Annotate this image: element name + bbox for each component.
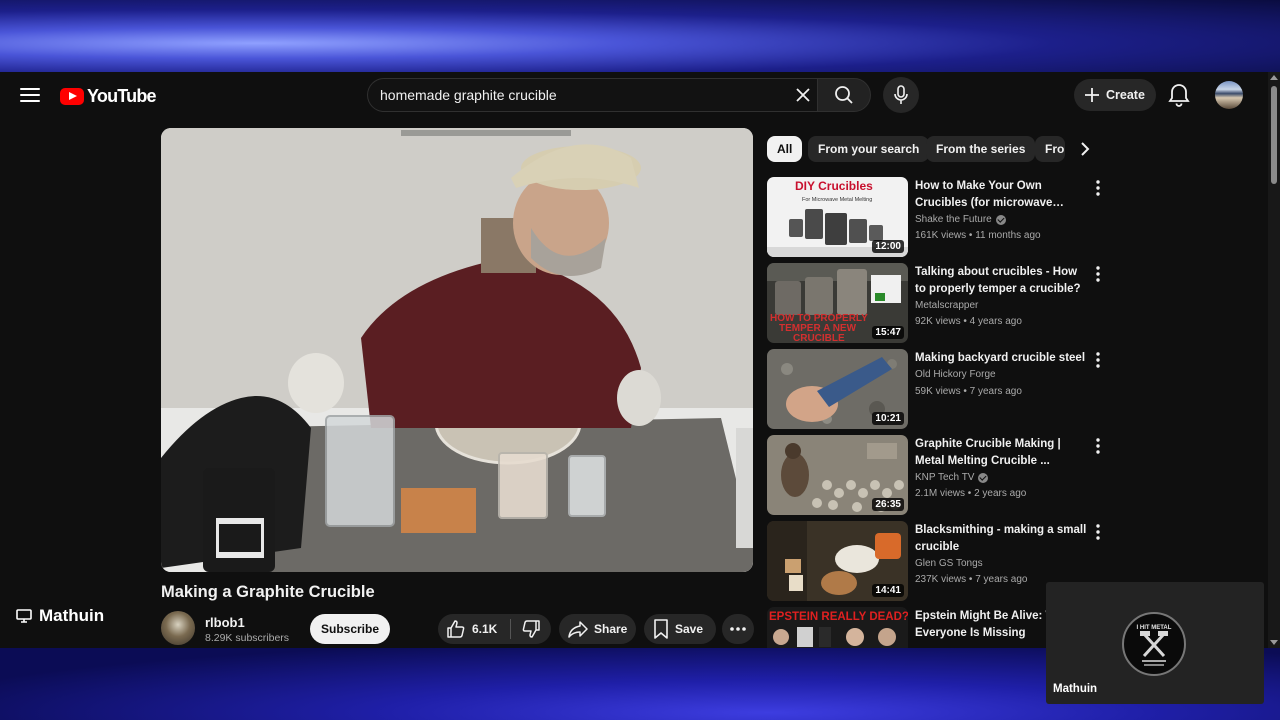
video-duration: 10:21 <box>872 412 904 425</box>
clear-search-icon[interactable] <box>795 87 811 103</box>
video-thumbnail: 10:21 <box>767 349 908 429</box>
video-thumbnail: DIY Crucibles For Microwave Metal Meltin… <box>767 177 908 257</box>
like-count: 6.1K <box>472 622 498 636</box>
video-title: Making a Graphite Crucible <box>161 583 375 601</box>
notifications-bell-icon[interactable] <box>1166 82 1192 108</box>
verified-check-icon <box>978 472 989 483</box>
recommended-channel: Metalscrapper <box>915 300 979 311</box>
scrollbar-thumb[interactable] <box>1271 86 1277 184</box>
more-vertical-icon[interactable] <box>1091 265 1105 283</box>
youtube-window: YouTube Create <box>0 72 1280 648</box>
video-thumbnail: EPSTEIN REALLY DEAD? <box>767 607 908 648</box>
scroll-down-arrow-icon[interactable] <box>1270 640 1278 645</box>
more-vertical-icon[interactable] <box>1091 523 1105 541</box>
logo-text: YouTube <box>87 86 157 106</box>
recommended-meta: 59K views • 7 years ago <box>915 386 1022 397</box>
thumb-subtext: For Microwave Metal Melting <box>802 197 872 203</box>
share-button[interactable]: Share <box>559 614 636 644</box>
search-input[interactable] <box>380 79 780 111</box>
recommended-channel: Old Hickory Forge <box>915 369 996 380</box>
recommended-channel: Glen GS Tongs <box>915 558 983 569</box>
badge-text: I HIT METAL <box>1137 625 1172 631</box>
search-icon <box>835 86 853 104</box>
video-frame <box>161 128 753 572</box>
channel-name[interactable]: rlbob1 <box>205 615 245 630</box>
page-scrollbar[interactable] <box>1268 72 1280 648</box>
chip-all[interactable]: All <box>767 136 803 162</box>
video-duration: 14:41 <box>872 584 904 597</box>
video-thumbnail: 14:41 <box>767 521 908 601</box>
more-vertical-icon[interactable] <box>1091 437 1105 455</box>
video-duration: 15:47 <box>872 326 904 339</box>
recommended-video[interactable]: 26:35 Graphite Crucible Making | Metal M… <box>767 435 1107 517</box>
recommended-meta: 161K views • 11 months ago <box>915 230 1041 241</box>
chip-from-the-series[interactable]: From the series <box>926 136 1036 162</box>
recommended-title: Making backyard crucible steel <box>915 352 1086 364</box>
share-arrow-icon <box>568 621 588 638</box>
webcam-name: Mathuin <box>1053 683 1098 695</box>
search-button[interactable] <box>817 78 871 112</box>
video-thumbnail: 26:35 <box>767 435 908 515</box>
recommended-video[interactable]: DIY Crucibles For Microwave Metal Meltin… <box>767 177 1107 259</box>
chip-truncated[interactable]: Fro <box>1035 136 1065 162</box>
recommended-meta: 92K views • 4 years ago <box>915 316 1022 327</box>
like-button[interactable]: 6.1K <box>438 614 510 644</box>
stream-name: Mathuin <box>39 606 105 625</box>
monitor-icon <box>16 609 32 623</box>
recommended-title: Blacksmithing - making a small crucible <box>915 524 1087 553</box>
recommended-title: Graphite Crucible Making | Metal Melting… <box>915 438 1061 467</box>
save-label: Save <box>675 622 704 636</box>
thumbs-down-icon <box>522 620 540 638</box>
save-button[interactable]: Save <box>644 614 716 644</box>
chip-from-your-search[interactable]: From your search <box>808 136 930 162</box>
more-vertical-icon[interactable] <box>1091 179 1105 197</box>
thumbs-up-icon <box>447 620 465 638</box>
channel-avatar[interactable] <box>161 611 195 645</box>
more-vertical-icon[interactable] <box>1091 351 1105 369</box>
recommended-channel: Shake the Future <box>915 214 1006 225</box>
thumb-text: EPSTEIN REALLY DEAD? <box>769 611 908 623</box>
youtube-logo[interactable]: YouTube <box>60 86 157 107</box>
thumb-text: CRUCIBLE <box>793 333 845 343</box>
plus-icon <box>1085 88 1099 102</box>
more-actions-button[interactable] <box>722 614 754 644</box>
channel-badge-logo: I HIT METAL <box>1122 612 1186 676</box>
recommended-title: Talking about crucibles - How to properl… <box>915 266 1081 295</box>
more-horizontal-icon <box>730 627 746 631</box>
channel-name-text: KNP Tech TV <box>915 472 975 483</box>
video-player[interactable] <box>161 128 753 572</box>
voice-search-button[interactable] <box>883 77 919 113</box>
share-label: Share <box>594 622 628 636</box>
bookmark-icon <box>654 619 668 639</box>
search-box <box>367 78 817 112</box>
microphone-icon <box>894 85 908 104</box>
subscribe-button[interactable]: Subscribe <box>310 614 390 644</box>
dislike-button[interactable] <box>511 614 551 644</box>
video-thumbnail: HOW TO PROPERLY TEMPER A NEW CRUCIBLE 15… <box>767 263 908 343</box>
scroll-up-arrow-icon[interactable] <box>1270 75 1278 80</box>
menu-icon[interactable] <box>20 88 40 104</box>
recommended-video[interactable]: HOW TO PROPERLY TEMPER A NEW CRUCIBLE 15… <box>767 263 1107 345</box>
webcam-overlay: I HIT METAL Mathuin <box>1046 582 1264 704</box>
recommended-channel: KNP Tech TV <box>915 472 989 483</box>
video-duration: 26:35 <box>872 498 904 511</box>
create-button[interactable]: Create <box>1074 79 1156 111</box>
channel-name-text: Shake the Future <box>915 214 992 225</box>
verified-check-icon <box>995 214 1006 225</box>
like-dislike-group: 6.1K <box>438 614 551 644</box>
recommended-video[interactable]: 10:21 Making backyard crucible steel Old… <box>767 349 1107 431</box>
stream-name-tag: Mathuin <box>16 606 104 626</box>
recommended-title: How to Make Your Own Crucibles (for micr… <box>915 180 1053 209</box>
desktop-background-top <box>0 0 1280 72</box>
recommended-meta: 2.1M views • 2 years ago <box>915 488 1027 499</box>
account-avatar[interactable] <box>1215 81 1243 109</box>
subscriber-count: 8.29K subscribers <box>205 632 290 644</box>
chevron-right-icon[interactable] <box>1072 136 1098 162</box>
video-duration: 12:00 <box>872 240 904 253</box>
thumb-text: DIY Crucibles <box>795 179 873 193</box>
youtube-play-icon <box>60 88 84 105</box>
create-label: Create <box>1106 88 1145 102</box>
recommended-meta: 237K views • 7 years ago <box>915 574 1028 585</box>
